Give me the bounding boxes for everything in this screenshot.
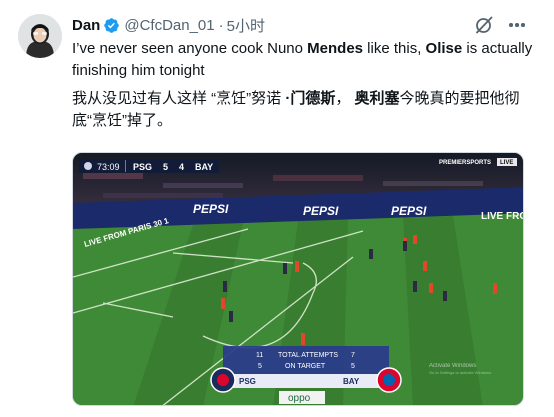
stat-home-target: 5 bbox=[258, 363, 262, 370]
scorebug-clock: 73:09 bbox=[97, 162, 120, 172]
tweet-text-bold-olise: Olise bbox=[425, 40, 463, 57]
tweet-text-chinese: 我从没见过有人这样 “烹饪”努诺 ·门德斯， 奥利塞今晚真的要把他彻底“烹饪”掉… bbox=[72, 88, 542, 132]
stat-label-target: ON TARGET bbox=[285, 363, 326, 370]
tweet-text-bold-olise-zh: 奥利塞 bbox=[354, 90, 400, 107]
windows-watermark-sub: Go to Settings to activate Windows. bbox=[429, 370, 492, 375]
tweet-text-part: I’ve never seen anyone cook Nuno bbox=[72, 40, 308, 57]
scorebug-home-score: 5 bbox=[163, 162, 168, 172]
stat-away-attempts: 7 bbox=[351, 352, 355, 359]
scorebug-away: BAY bbox=[195, 162, 213, 172]
tweet-text-part: like this, bbox=[363, 40, 426, 57]
avatar[interactable] bbox=[18, 14, 62, 58]
broadcaster-name: PREMIERSPORTS bbox=[439, 160, 491, 166]
tweet-text-bold-mendes: Mendes bbox=[307, 40, 364, 57]
more-options-icon[interactable] bbox=[506, 14, 528, 36]
broadcaster-logo: PREMIERSPORTS LIVE bbox=[439, 158, 517, 166]
separator-dot: · bbox=[218, 16, 224, 34]
stat-away-target: 5 bbox=[351, 363, 355, 370]
ad-board-pepsi-3: PEPSI bbox=[391, 204, 427, 218]
author-handle[interactable]: @CfcDan_01 bbox=[124, 17, 214, 34]
tweet-text-part: ， bbox=[335, 90, 355, 107]
scorebug-away-score: 4 bbox=[179, 162, 184, 172]
scorebug-home: PSG bbox=[133, 162, 152, 172]
match-frame: PEPSI PEPSI PEPSI LIVE FRO LIVE FROM PAR… bbox=[73, 153, 524, 405]
tweet-text-part: 我从没见过有人这样 “烹饪”努诺 bbox=[72, 90, 286, 107]
stat-home-attempts: 11 bbox=[256, 352, 263, 359]
grok-icon[interactable] bbox=[474, 15, 494, 35]
stat-label-attempts: TOTAL ATTEMPTS bbox=[278, 352, 338, 359]
verified-badge-icon[interactable] bbox=[103, 17, 120, 34]
ad-board-pepsi-1: PEPSI bbox=[193, 202, 229, 216]
ad-board-live: LIVE FRO bbox=[481, 211, 524, 222]
broadcaster-live: LIVE bbox=[500, 160, 513, 166]
scorebug: 73:09 PSG 5 4 BAY bbox=[79, 159, 219, 173]
tweet-timestamp[interactable]: 5小时 bbox=[227, 15, 265, 36]
tweet-media-video[interactable]: PEPSI PEPSI PEPSI LIVE FRO LIVE FROM PAR… bbox=[72, 152, 524, 406]
author-name[interactable]: Dan bbox=[72, 17, 100, 34]
tweet-text-english: I’ve never seen anyone cook Nuno Mendes … bbox=[72, 38, 542, 82]
stat-team-away: BAY bbox=[343, 377, 360, 386]
stats-panel: 11 TOTAL ATTEMPTS 7 5 ON TARGET 5 PSG BA… bbox=[210, 346, 402, 393]
tweet-header: Dan @CfcDan_01 · 5小时 bbox=[72, 14, 265, 36]
tweet-text-bold-mendes-zh: ·门德斯 bbox=[285, 90, 336, 107]
ad-board-pepsi-2: PEPSI bbox=[303, 204, 339, 218]
sponsor-oppo: oppo bbox=[288, 393, 311, 404]
windows-watermark: Activate Windows bbox=[429, 363, 476, 369]
stat-team-home: PSG bbox=[239, 377, 256, 386]
